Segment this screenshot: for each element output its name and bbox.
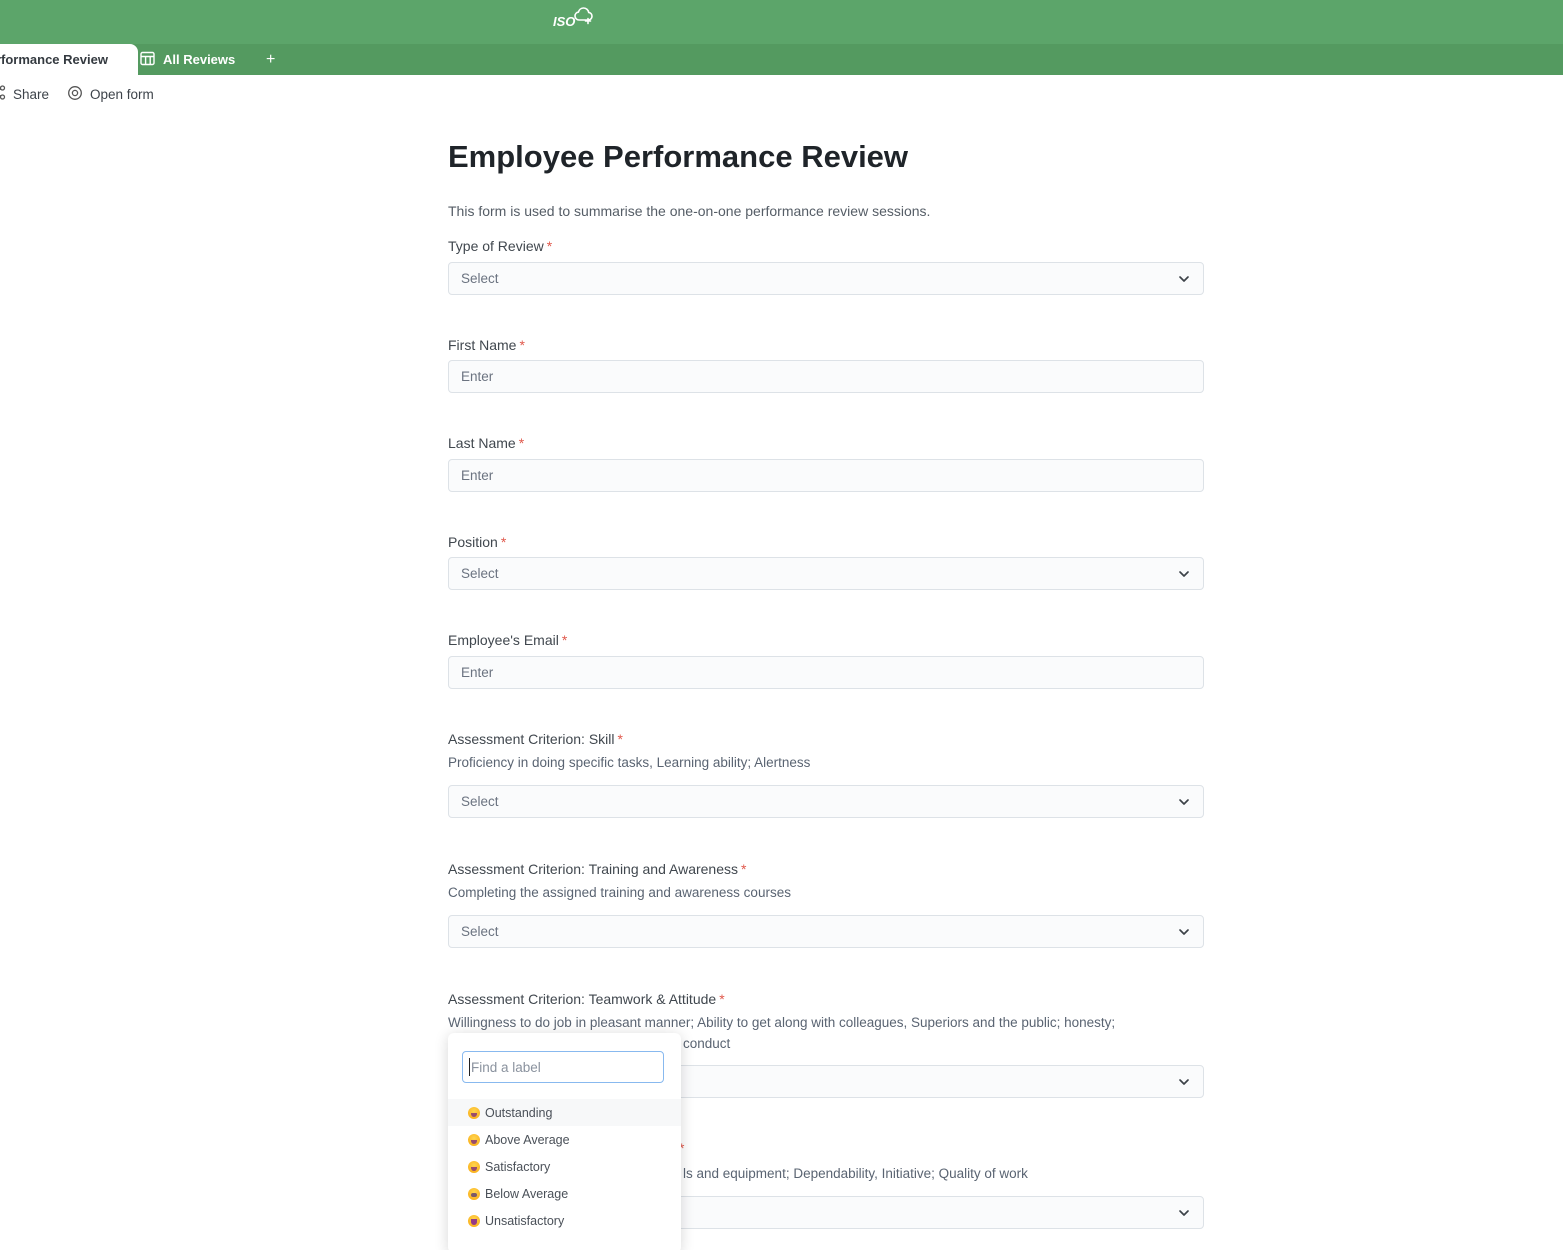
table-grid-icon bbox=[140, 51, 155, 69]
label-options-list: Outstanding Above Average Satisfactory B… bbox=[448, 1099, 681, 1234]
required-mark: * bbox=[562, 632, 567, 648]
emoji-frowning-icon bbox=[468, 1188, 480, 1200]
field-desc-skill: Proficiency in doing specific tasks, Lea… bbox=[448, 755, 810, 770]
chevron-down-icon bbox=[1177, 1075, 1191, 1089]
chevron-down-icon bbox=[1177, 1206, 1191, 1220]
add-tab-button[interactable]: + bbox=[266, 44, 275, 75]
input-placeholder: Enter bbox=[461, 369, 1191, 384]
select-placeholder: Select bbox=[461, 566, 1177, 581]
cloud-plus-icon bbox=[575, 10, 598, 33]
required-mark: * bbox=[741, 861, 746, 877]
training-awareness-select[interactable]: Select bbox=[448, 915, 1204, 948]
top-header-bar: ISO bbox=[0, 0, 1563, 44]
option-label: Above Average bbox=[485, 1133, 570, 1147]
tab-performance-review-label: Performance Review bbox=[0, 52, 108, 67]
emoji-sad-icon bbox=[468, 1215, 480, 1227]
app-logo: ISO bbox=[553, 10, 598, 33]
input-placeholder: Enter bbox=[461, 468, 1191, 483]
form-description: This form is used to summarise the one-o… bbox=[448, 203, 930, 219]
share-label: Share bbox=[13, 87, 49, 102]
select-placeholder: Select bbox=[461, 794, 1177, 809]
chevron-down-icon bbox=[1177, 272, 1191, 286]
required-mark: * bbox=[719, 991, 724, 1007]
required-mark: * bbox=[547, 238, 552, 254]
circle-dot-icon bbox=[67, 85, 83, 104]
field-label-first-name: First Name* bbox=[448, 337, 525, 353]
required-mark: * bbox=[519, 435, 524, 451]
field-desc-teamwork-line1: Willingness to do job in pleasant manner… bbox=[448, 1015, 1115, 1030]
emoji-smiling-icon bbox=[468, 1161, 480, 1173]
find-label-search-input[interactable] bbox=[462, 1051, 664, 1083]
employees-email-input[interactable]: Enter bbox=[448, 656, 1204, 689]
text-cursor bbox=[469, 1058, 470, 1076]
option-below-average[interactable]: Below Average bbox=[448, 1180, 681, 1207]
tab-performance-review[interactable]: Performance Review bbox=[0, 44, 138, 75]
required-mark: * bbox=[618, 731, 623, 747]
open-form-label: Open form bbox=[90, 87, 154, 102]
form-title: Employee Performance Review bbox=[448, 139, 908, 175]
tab-all-reviews[interactable]: All Reviews bbox=[140, 44, 235, 75]
field-label-last-name: Last Name* bbox=[448, 435, 524, 451]
option-label: Outstanding bbox=[485, 1106, 552, 1120]
option-label: Satisfactory bbox=[485, 1160, 550, 1174]
select-placeholder: Select bbox=[461, 271, 1177, 286]
add-tab-label: + bbox=[266, 51, 275, 69]
field-desc-training-awareness: Completing the assigned training and awa… bbox=[448, 885, 791, 900]
field-label-type-of-review: Type of Review* bbox=[448, 238, 552, 254]
label-picker-dropdown: Outstanding Above Average Satisfactory B… bbox=[448, 1033, 681, 1250]
select-placeholder: Select bbox=[461, 924, 1177, 939]
option-outstanding[interactable]: Outstanding bbox=[448, 1099, 681, 1126]
field-desc-teamwork-line2: conduct bbox=[683, 1036, 730, 1051]
field-label-employees-email: Employee's Email* bbox=[448, 632, 567, 648]
field-desc-work-quality: ls and equipment; Dependability, Initiat… bbox=[683, 1166, 1028, 1181]
view-toolbar: Share Open form bbox=[0, 75, 1563, 111]
input-placeholder: Enter bbox=[461, 665, 1191, 680]
open-form-button[interactable]: Open form bbox=[67, 85, 154, 104]
first-name-input[interactable]: Enter bbox=[448, 360, 1204, 393]
option-above-average[interactable]: Above Average bbox=[448, 1126, 681, 1153]
type-of-review-select[interactable]: Select bbox=[448, 262, 1204, 295]
skill-select[interactable]: Select bbox=[448, 785, 1204, 818]
page: ISO Performance Review All Reviews bbox=[0, 0, 1563, 1250]
tab-all-reviews-label: All Reviews bbox=[163, 52, 235, 67]
chevron-down-icon bbox=[1177, 925, 1191, 939]
emoji-laughing-icon bbox=[468, 1107, 480, 1119]
option-label: Below Average bbox=[485, 1187, 568, 1201]
field-label-position: Position* bbox=[448, 534, 506, 550]
table-tab-bar: Performance Review All Reviews + bbox=[0, 44, 1563, 75]
required-mark: * bbox=[501, 534, 506, 550]
share-button[interactable]: Share bbox=[0, 85, 49, 103]
position-select[interactable]: Select bbox=[448, 557, 1204, 590]
option-satisfactory[interactable]: Satisfactory bbox=[448, 1153, 681, 1180]
share-icon bbox=[0, 85, 6, 103]
field-label-training-awareness: Assessment Criterion: Training and Aware… bbox=[448, 861, 746, 877]
field-label-skill: Assessment Criterion: Skill* bbox=[448, 731, 623, 747]
option-label: Unsatisfactory bbox=[485, 1214, 564, 1228]
option-unsatisfactory[interactable]: Unsatisfactory bbox=[448, 1207, 681, 1234]
chevron-down-icon bbox=[1177, 567, 1191, 581]
field-label-teamwork-attitude: Assessment Criterion: Teamwork & Attitud… bbox=[448, 991, 725, 1007]
last-name-input[interactable]: Enter bbox=[448, 459, 1204, 492]
required-mark: * bbox=[519, 337, 524, 353]
chevron-down-icon bbox=[1177, 795, 1191, 809]
emoji-grinning-icon bbox=[468, 1134, 480, 1146]
